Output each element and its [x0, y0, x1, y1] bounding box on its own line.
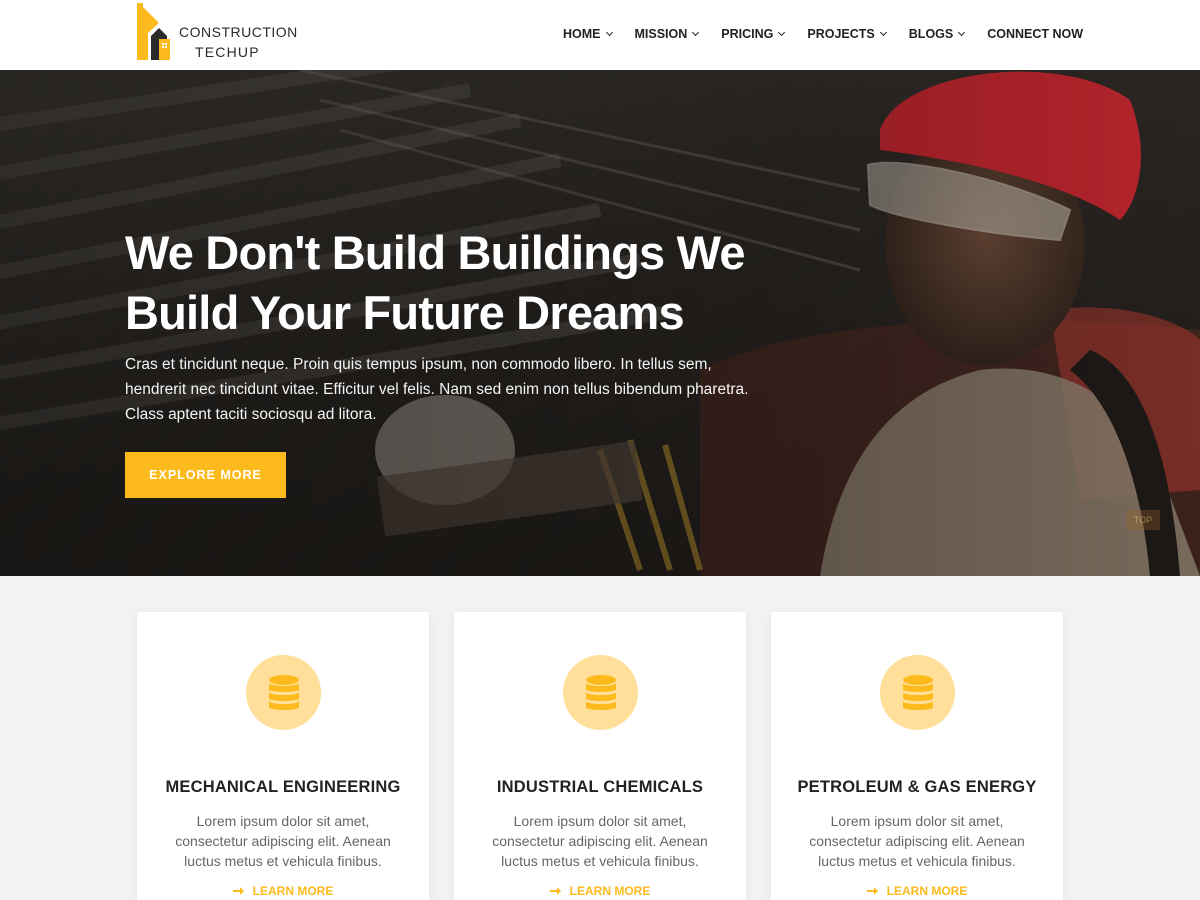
- nav-item-label: PROJECTS: [807, 27, 875, 41]
- hero-description-line: Class aptent taciti sociosqu ad litora.: [125, 406, 377, 423]
- hero-title-line: Build Your Future Dreams: [125, 286, 685, 339]
- service-description-line: Lorem ipsum dolor sit amet,: [196, 813, 370, 829]
- coins-stack-icon: [268, 674, 299, 710]
- learn-more-label: LEARN MORE: [252, 884, 334, 898]
- learn-more-label: LEARN MORE: [886, 884, 968, 898]
- nav-item-mission[interactable]: MISSION: [634, 27, 700, 41]
- service-description: Lorem ipsum dolor sit amet, consectetur …: [791, 811, 1043, 871]
- nav-item-connect-now[interactable]: CONNECT NOW: [987, 27, 1083, 41]
- service-description-line: Lorem ipsum dolor sit amet,: [513, 813, 687, 829]
- hero-title: We Don't Build Buildings We Build Your F…: [125, 223, 845, 343]
- hero-description: Cras et tincidunt neque. Proin quis temp…: [125, 352, 785, 427]
- explore-more-button[interactable]: EXPLORE MORE: [125, 452, 286, 498]
- service-description-line: luctus metus et vehicula finibus.: [501, 853, 699, 869]
- icon-circle: [563, 655, 638, 730]
- nav-item-label: MISSION: [634, 27, 688, 41]
- nav-item-label: CONNECT NOW: [987, 27, 1084, 41]
- coins-stack-icon: [902, 674, 933, 710]
- chevron-down-icon: [958, 28, 966, 37]
- service-card-petroleum: PETROLEUM & GAS ENERGY Lorem ipsum dolor…: [771, 612, 1063, 900]
- arrow-right-icon: [866, 887, 878, 895]
- arrow-right-icon: [232, 887, 244, 895]
- learn-more-label: LEARN MORE: [569, 884, 651, 898]
- learn-more-link[interactable]: LEARN MORE: [137, 884, 429, 898]
- service-card-chemicals: INDUSTRIAL CHEMICALS Lorem ipsum dolor s…: [454, 612, 746, 900]
- brand-logo[interactable]: CONSTRUCTION TECHUP: [137, 3, 307, 63]
- chevron-down-icon: [692, 28, 700, 37]
- service-description-line: consectetur adipiscing elit. Aenean: [809, 833, 1025, 849]
- service-description-line: luctus metus et vehicula finibus.: [818, 853, 1016, 869]
- learn-more-link[interactable]: LEARN MORE: [454, 884, 746, 898]
- nav-item-projects[interactable]: PROJECTS: [807, 27, 887, 41]
- nav-item-home[interactable]: HOME: [563, 27, 613, 41]
- nav-item-blogs[interactable]: BLOGS: [908, 27, 966, 41]
- brand-name-line1: CONSTRUCTION: [179, 24, 298, 40]
- service-description-line: consectetur adipiscing elit. Aenean: [175, 833, 391, 849]
- scroll-to-top-button[interactable]: TOP: [1126, 510, 1160, 530]
- brand-name-line2: TECHUP: [195, 44, 260, 60]
- service-title: PETROLEUM & GAS ENERGY: [797, 778, 1037, 796]
- hero-banner: We Don't Build Buildings We Build Your F…: [0, 70, 1200, 576]
- nav-item-label: BLOGS: [908, 27, 954, 41]
- nav-item-label: HOME: [563, 27, 601, 41]
- site-header: CONSTRUCTION TECHUP HOME MISSION PRICING…: [0, 0, 1200, 70]
- service-description-line: consectetur adipiscing elit. Aenean: [492, 833, 708, 849]
- nav-item-pricing[interactable]: PRICING: [721, 27, 786, 41]
- service-title: INDUSTRIAL CHEMICALS: [496, 778, 704, 796]
- hero-title-line: We Don't Build Buildings We: [125, 226, 746, 279]
- icon-circle: [880, 655, 955, 730]
- service-description-line: luctus metus et vehicula finibus.: [184, 853, 382, 869]
- icon-circle: [246, 655, 321, 730]
- hero-description-line: Cras et tincidunt neque. Proin quis temp…: [125, 356, 712, 373]
- service-card-mechanical: MECHANICAL ENGINEERING Lorem ipsum dolor…: [137, 612, 429, 900]
- nav-item-label: PRICING: [721, 27, 774, 41]
- hero-description-line: hendrerit nec tincidunt vitae. Efficitur…: [125, 381, 749, 398]
- coins-stack-icon: [585, 674, 616, 710]
- building-logo-icon: [137, 3, 170, 60]
- service-description: Lorem ipsum dolor sit amet, consectetur …: [474, 811, 726, 871]
- chevron-down-icon: [605, 28, 613, 37]
- main-navigation: HOME MISSION PRICING PROJECTS BLOGS CONN…: [563, 26, 1083, 42]
- services-section: MECHANICAL ENGINEERING Lorem ipsum dolor…: [0, 576, 1200, 900]
- service-title: MECHANICAL ENGINEERING: [165, 778, 401, 796]
- learn-more-link[interactable]: LEARN MORE: [771, 884, 1063, 898]
- service-description: Lorem ipsum dolor sit amet, consectetur …: [157, 811, 409, 871]
- arrow-right-icon: [549, 887, 561, 895]
- service-description-line: Lorem ipsum dolor sit amet,: [830, 813, 1004, 829]
- chevron-down-icon: [778, 28, 786, 37]
- chevron-down-icon: [879, 28, 887, 37]
